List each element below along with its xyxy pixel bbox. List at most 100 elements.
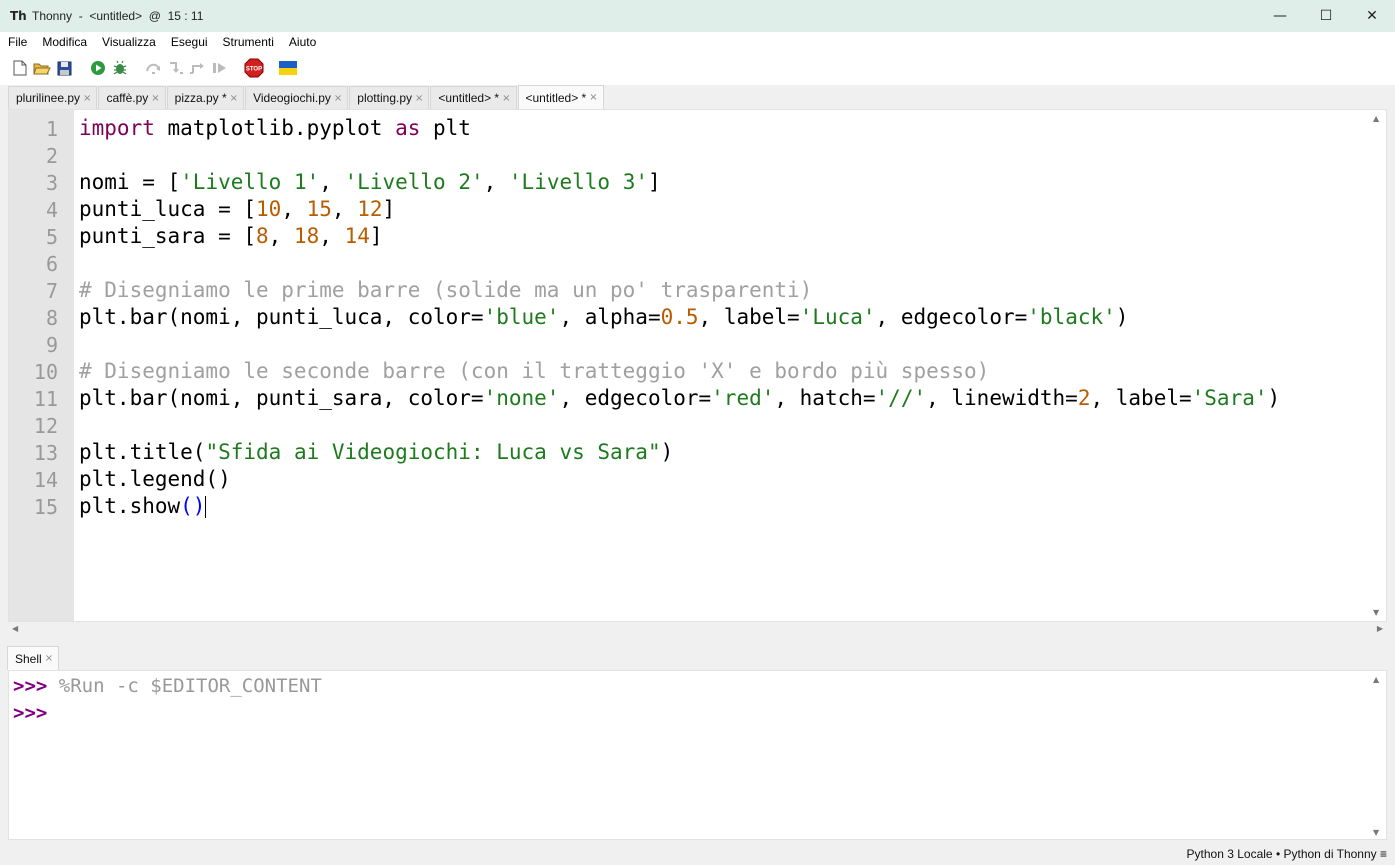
shell-tab-bar: Shell × — [0, 646, 1395, 670]
shell-line[interactable]: >>> — [13, 700, 47, 727]
tab-caffe[interactable]: caffè.py × — [98, 86, 166, 109]
debug-icon[interactable] — [109, 57, 131, 79]
step-out-icon[interactable] — [187, 57, 209, 79]
menu-esegui[interactable]: Esegui — [163, 35, 215, 49]
thonny-logo-icon: Th — [10, 9, 27, 23]
string-token: 'Sara' — [1191, 386, 1268, 410]
code-token: ) — [1267, 386, 1281, 410]
step-into-icon[interactable] — [165, 57, 187, 79]
menu-strumenti[interactable]: Strumenti — [215, 35, 281, 49]
scroll-right-icon[interactable]: ▶ — [1377, 624, 1383, 633]
code-token: plt.bar(nomi, punti_luca, color= — [79, 305, 484, 329]
close-tab-icon[interactable]: × — [589, 92, 597, 103]
close-tab-icon[interactable]: × — [45, 653, 53, 664]
code-token: punti_sara = [ — [79, 224, 257, 248]
editor-vertical-scrollbar[interactable]: ▲ ▼ — [1370, 110, 1386, 621]
line-number: 8 — [45, 306, 58, 330]
code-token: plt.bar(nomi, punti_sara, color= — [79, 386, 484, 410]
close-tab-icon[interactable]: × — [415, 93, 423, 104]
tab-label: Shell — [15, 651, 42, 666]
tab-label: plotting.py — [357, 91, 412, 105]
line-number: 12 — [33, 414, 58, 438]
code-line-7: # Disegniamo le prime barre (solide ma u… — [79, 277, 812, 304]
menu-file[interactable]: File — [0, 35, 34, 49]
line-number: 9 — [45, 333, 58, 357]
interpreter-selector[interactable]: Python 3 Locale • Python di Thonny ≡ — [1187, 847, 1387, 861]
scroll-up-icon[interactable]: ▲ — [1373, 675, 1379, 684]
maximize-button[interactable]: ☐ — [1303, 0, 1349, 32]
code-token: , — [319, 170, 345, 194]
code-token: plt.title( — [79, 440, 206, 464]
tab-untitled-2-active[interactable]: <untitled> * × — [517, 85, 604, 109]
ukraine-flag-icon[interactable] — [277, 57, 299, 79]
string-token: 'Luca' — [799, 305, 876, 329]
tab-videogiochi[interactable]: Videogiochi.py × — [245, 86, 349, 109]
scroll-down-icon[interactable]: ▼ — [1373, 828, 1379, 837]
menu-visualizza[interactable]: Visualizza — [94, 35, 163, 49]
shell-prompt: >>> — [13, 675, 48, 697]
number-token: 12 — [357, 197, 383, 221]
tab-untitled-1[interactable]: <untitled> * × — [430, 86, 517, 109]
string-token: 'black' — [1027, 305, 1116, 329]
line-number: 14 — [33, 468, 58, 492]
window-title: Thonny - <untitled> @ 15 : 11 — [32, 9, 204, 23]
code-token: , — [331, 197, 358, 221]
code-editor[interactable]: 1 2 3 4 5 6 7 8 9 10 11 12 13 14 15 impo… — [8, 109, 1387, 622]
code-token: , edgecolor= — [559, 386, 712, 410]
line-number: 4 — [45, 198, 58, 222]
scroll-down-icon[interactable]: ▼ — [1373, 608, 1379, 617]
resume-icon[interactable] — [209, 57, 231, 79]
tab-plurilinee[interactable]: plurilinee.py × — [8, 86, 98, 109]
close-tab-icon[interactable]: × — [83, 93, 91, 104]
code-line-1: import matplotlib.pyplot as plt — [79, 115, 471, 142]
scroll-up-icon[interactable]: ▲ — [1373, 114, 1379, 123]
code-line-13: plt.title("Sfida ai Videogiochi: Luca vs… — [79, 439, 673, 466]
step-over-icon[interactable] — [143, 57, 165, 79]
shell-panel[interactable]: >>> %Run -c $EDITOR_CONTENT >>> ▲ ▼ — [8, 670, 1387, 840]
line-number-gutter: 1 2 3 4 5 6 7 8 9 10 11 12 13 14 15 — [9, 110, 74, 621]
comment-token: # Disegniamo le seconde barre (con il tr… — [79, 359, 990, 383]
tab-pizza[interactable]: pizza.py * × — [166, 86, 245, 109]
editor-horizontal-scrollbar[interactable]: ◀ ▶ — [8, 622, 1387, 636]
status-bar: Python 3 Locale • Python di Thonny ≡ — [0, 843, 1395, 865]
close-tab-icon[interactable]: × — [230, 93, 238, 104]
keyword-token: as — [395, 116, 421, 140]
close-tab-icon[interactable]: × — [151, 93, 159, 104]
code-token: , alpha= — [559, 305, 661, 329]
line-number: 15 — [33, 495, 58, 519]
open-file-icon[interactable] — [31, 57, 53, 79]
matched-paren-token: () — [180, 494, 206, 518]
title-bar: Th Thonny - <untitled> @ 15 : 11 — ☐ ✕ — [0, 0, 1395, 32]
shell-command: %Run -c $EDITOR_CONTENT — [47, 675, 322, 697]
keyword-token: import — [79, 116, 155, 140]
line-number: 2 — [45, 144, 58, 168]
run-icon[interactable] — [87, 57, 109, 79]
minimize-button[interactable]: — — [1257, 0, 1303, 32]
number-token: 0.5 — [660, 305, 699, 329]
shell-line: >>> %Run -c $EDITOR_CONTENT — [13, 673, 322, 700]
menu-aiuto[interactable]: Aiuto — [281, 35, 323, 49]
menu-modifica[interactable]: Modifica — [34, 35, 94, 49]
tab-plotting[interactable]: plotting.py × — [349, 86, 430, 109]
string-token: "Sfida ai Videogiochi: Luca vs Sara" — [205, 440, 661, 464]
stop-icon[interactable]: STOP — [243, 57, 265, 79]
scroll-left-icon[interactable]: ◀ — [12, 624, 18, 633]
close-tab-icon[interactable]: × — [334, 93, 342, 104]
line-number: 10 — [33, 360, 58, 384]
comment-token: # Disegniamo le prime barre (solide ma u… — [79, 278, 813, 302]
number-token: 2 — [1077, 386, 1091, 410]
shell-vertical-scrollbar[interactable]: ▲ ▼ — [1370, 671, 1386, 839]
close-tab-icon[interactable]: × — [502, 93, 510, 104]
close-button[interactable]: ✕ — [1349, 0, 1395, 32]
code-line-10: # Disegniamo le seconde barre (con il tr… — [79, 358, 989, 385]
line-number: 1 — [45, 117, 58, 141]
code-line-5: punti_sara = [8, 18, 14] — [79, 223, 383, 250]
code-token: , — [319, 224, 345, 248]
new-file-icon[interactable] — [9, 57, 31, 79]
code-token: , edgecolor= — [875, 305, 1028, 329]
tab-shell[interactable]: Shell × — [7, 646, 60, 670]
line-number: 5 — [45, 225, 58, 249]
code-token: ] — [382, 197, 396, 221]
string-token: 'Livello 2' — [344, 170, 484, 194]
save-icon[interactable] — [53, 57, 75, 79]
